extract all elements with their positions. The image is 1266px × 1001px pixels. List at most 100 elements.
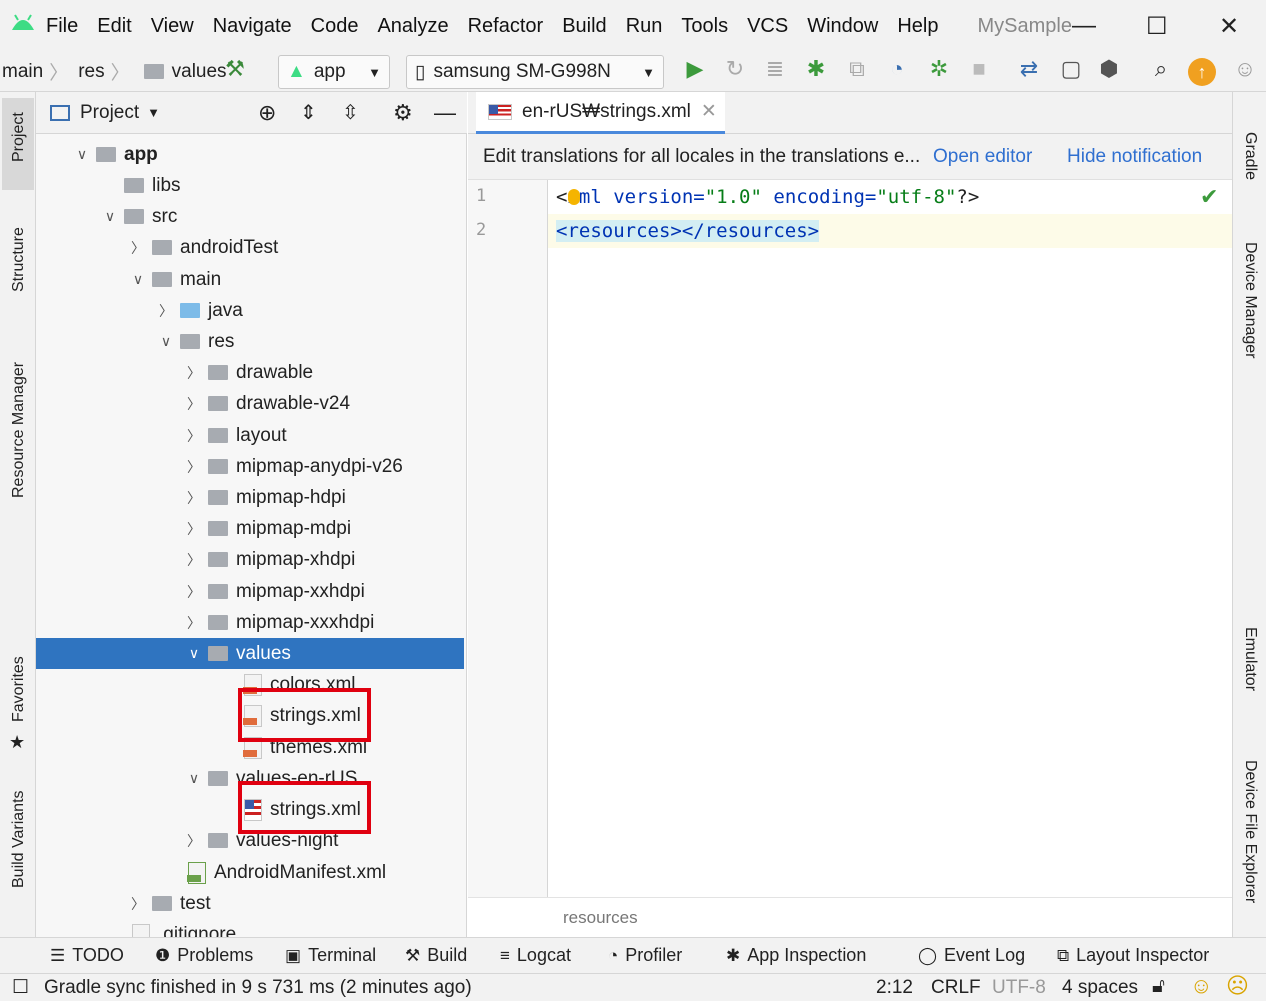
run-icon[interactable]: ▶: [680, 56, 710, 82]
locate-file-icon[interactable]: ⊕: [258, 100, 276, 126]
chevron-right-icon[interactable]: 〉: [184, 550, 204, 570]
tool-todo[interactable]: ☰ TODO: [50, 945, 124, 966]
menu-edit[interactable]: Edit: [97, 15, 131, 38]
tool-tab-resource-manager[interactable]: Resource Manager: [10, 362, 28, 498]
project-view-label[interactable]: Project: [80, 102, 139, 124]
tool-tab-device-manager[interactable]: Device Manager: [1241, 242, 1259, 359]
tool-tab-device-file-explorer[interactable]: Device File Explorer: [1241, 760, 1259, 903]
search-icon[interactable]: ⌕: [1146, 56, 1176, 82]
tool-terminal[interactable]: ▣ Terminal: [285, 945, 376, 966]
chevron-right-icon[interactable]: 〉: [128, 238, 148, 258]
tree-node-androidtest[interactable]: 〉 androidTest: [36, 232, 464, 263]
tree-node-src[interactable]: ∨ src: [36, 201, 464, 232]
menu-refactor[interactable]: Refactor: [468, 15, 544, 38]
chevron-right-icon[interactable]: 〉: [184, 457, 204, 477]
tool-tab-emulator[interactable]: Emulator: [1241, 627, 1259, 691]
breadcrumb-res[interactable]: res 〉: [78, 58, 135, 85]
menu-help[interactable]: Help: [897, 15, 938, 38]
close-tab-icon[interactable]: ✕: [701, 100, 717, 123]
tree-node-values[interactable]: ∨ values: [36, 638, 464, 669]
intention-bulb-icon[interactable]: [568, 189, 580, 205]
tool-tab-build-variants[interactable]: Build Variants: [10, 790, 28, 888]
tree-node-drawable[interactable]: 〉 drawable: [36, 357, 464, 388]
device-manager-icon[interactable]: ▢: [1056, 56, 1086, 82]
maximize-button[interactable]: ☐: [1146, 12, 1168, 41]
gear-icon[interactable]: ⚙: [393, 100, 413, 126]
tree-node-java[interactable]: 〉 java: [36, 295, 464, 326]
breadcrumb-main[interactable]: main 〉: [2, 58, 74, 85]
run-config-dropdown[interactable]: ▲ app ▼: [278, 55, 390, 89]
chevron-down-icon[interactable]: ∨: [184, 770, 204, 787]
chevron-down-icon[interactable]: ∨: [156, 333, 176, 350]
update-icon[interactable]: ↑: [1188, 58, 1216, 86]
chevron-right-icon[interactable]: 〉: [128, 894, 148, 914]
menu-build[interactable]: Build: [562, 15, 606, 38]
open-editor-link[interactable]: Open editor: [933, 146, 1032, 168]
menu-analyze[interactable]: Analyze: [377, 15, 448, 38]
tool-tab-project[interactable]: Project: [10, 112, 28, 162]
tool-layout-inspector[interactable]: ⧉ Layout Inspector: [1057, 945, 1209, 966]
tree-node-mipmap-xxxhdpi[interactable]: 〉 mipmap-xxxhdpi: [36, 607, 464, 638]
code-editor[interactable]: < xml version= "1.0" encoding= "utf-8" ?> ✔ …: [548, 180, 1232, 897]
attach-debugger-icon[interactable]: ⧉: [842, 56, 872, 82]
tree-node-androidmanifest[interactable]: AndroidManifest.xml: [36, 857, 464, 888]
hide-notification-link[interactable]: Hide notification: [1067, 146, 1202, 168]
tool-app-inspection[interactable]: ✱ App Inspection: [726, 945, 866, 966]
tool-tab-favorites[interactable]: Favorites: [10, 656, 28, 722]
debug-attach-icon[interactable]: ✲: [924, 56, 954, 82]
lock-icon[interactable]: 🔓︎: [1152, 975, 1165, 998]
chevron-right-icon[interactable]: 〉: [184, 394, 204, 414]
chevron-right-icon[interactable]: 〉: [184, 426, 204, 446]
tree-node-app[interactable]: ∨ app: [36, 139, 464, 170]
tree-node-mipmap-anydpi-v26[interactable]: 〉 mipmap-anydpi-v26: [36, 451, 464, 482]
chevron-right-icon[interactable]: 〉: [184, 488, 204, 508]
collapse-all-icon[interactable]: ⇳: [342, 100, 359, 125]
sad-feedback-icon[interactable]: ☹: [1226, 973, 1249, 999]
tree-node-layout[interactable]: 〉 layout: [36, 420, 464, 451]
account-icon[interactable]: ☺: [1230, 56, 1260, 82]
chevron-right-icon[interactable]: 〉: [184, 613, 204, 633]
tool-tab-gradle[interactable]: Gradle: [1241, 132, 1259, 180]
menu-code[interactable]: Code: [311, 15, 359, 38]
close-button[interactable]: ✕: [1219, 12, 1239, 41]
chevron-right-icon[interactable]: 〉: [184, 831, 204, 851]
breadcrumb-values[interactable]: values: [140, 61, 227, 83]
menu-vcs[interactable]: VCS: [747, 15, 788, 38]
expand-all-icon[interactable]: ⇕: [300, 100, 317, 125]
tree-node-mipmap-xxhdpi[interactable]: 〉 mipmap-xxhdpi: [36, 576, 464, 607]
sdk-manager-icon[interactable]: ⬢: [1094, 56, 1124, 82]
tool-event-log[interactable]: ◯ Event Log: [918, 945, 1025, 966]
tool-problems[interactable]: ❶ Problems: [155, 945, 253, 966]
tool-profiler[interactable]: ◔ Profiler: [608, 945, 682, 966]
tool-build[interactable]: ⚒ Build: [405, 945, 467, 966]
indent-setting[interactable]: 4 spaces: [1062, 977, 1138, 999]
hide-panel-icon[interactable]: —: [434, 100, 456, 126]
line-separator[interactable]: CRLF: [931, 977, 981, 999]
menu-run[interactable]: Run: [626, 15, 663, 38]
menu-tools[interactable]: Tools: [681, 15, 728, 38]
tree-node-libs[interactable]: libs: [36, 170, 464, 201]
chevron-down-icon[interactable]: ∨: [184, 645, 204, 662]
tree-node-test[interactable]: 〉 test: [36, 888, 464, 919]
tree-node-res[interactable]: ∨ res: [36, 326, 464, 357]
tree-node-drawable-v24[interactable]: 〉 drawable-v24: [36, 388, 464, 419]
sync-gradle-icon[interactable]: ⇄: [1014, 56, 1044, 82]
profile-icon[interactable]: ◔: [882, 56, 912, 82]
menu-navigate[interactable]: Navigate: [213, 15, 292, 38]
cursor-position[interactable]: 2:12: [876, 977, 913, 999]
menu-view[interactable]: View: [151, 15, 194, 38]
chevron-down-icon[interactable]: ∨: [128, 271, 148, 288]
stop-icon[interactable]: ■: [964, 56, 994, 82]
chevron-down-icon[interactable]: ∨: [100, 208, 120, 225]
tool-logcat[interactable]: ≡ Logcat: [500, 945, 571, 966]
chevron-right-icon[interactable]: 〉: [156, 301, 176, 321]
apply-changes-icon[interactable]: ↻: [720, 56, 750, 82]
tool-tab-structure[interactable]: Structure: [10, 227, 28, 292]
tree-node-mipmap-mdpi[interactable]: 〉 mipmap-mdpi: [36, 513, 464, 544]
menu-file[interactable]: File: [46, 15, 78, 38]
debug-icon[interactable]: ✱: [801, 56, 831, 82]
tree-node-mipmap-xhdpi[interactable]: 〉 mipmap-xhdpi: [36, 544, 464, 575]
minimize-button[interactable]: —: [1072, 12, 1096, 40]
device-dropdown[interactable]: ▯ samsung SM-G998N ▼: [406, 55, 664, 89]
menu-window[interactable]: Window: [807, 15, 878, 38]
